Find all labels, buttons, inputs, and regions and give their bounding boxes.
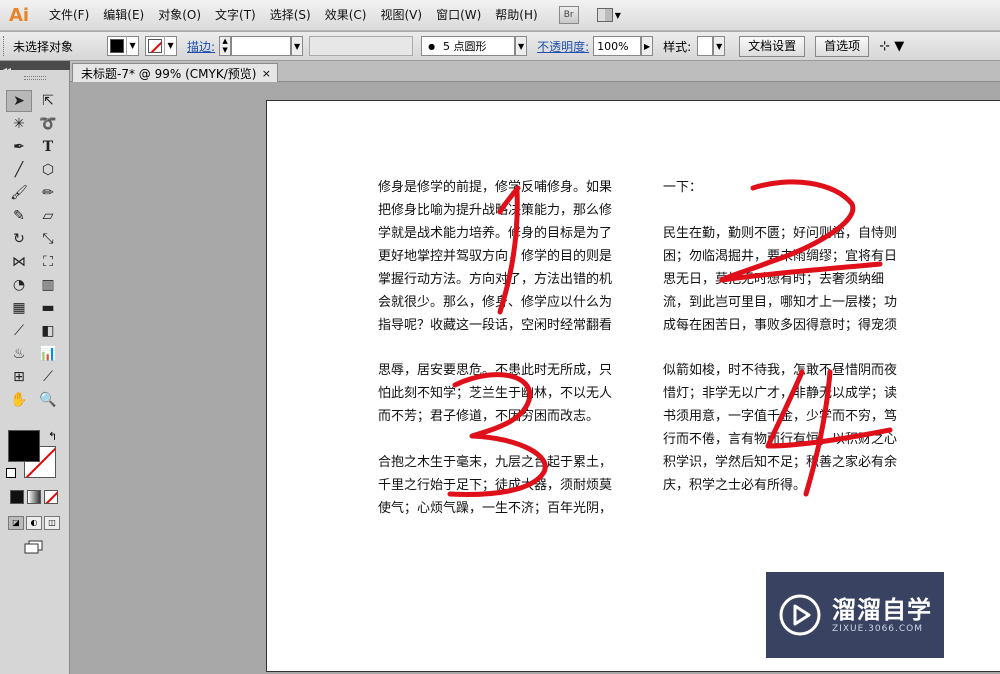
control-panel-menu-icon[interactable]: ⊹ ▼: [879, 39, 904, 54]
symbol-sprayer-tool-icon[interactable]: ♨: [6, 343, 32, 365]
pen-tool-icon[interactable]: ✒: [6, 136, 32, 158]
magic-wand-tool-icon[interactable]: ✳: [6, 113, 32, 135]
line-tool-icon[interactable]: ╱: [6, 159, 32, 181]
pencil-tool-icon[interactable]: ✏: [35, 182, 61, 204]
brush-definition[interactable]: ● 5 点圆形: [421, 36, 516, 56]
stroke-none-swatch: [148, 39, 163, 53]
paintbrush-tool-icon[interactable]: 🖌: [6, 182, 32, 204]
opacity-dropdown[interactable]: ▶: [641, 36, 654, 56]
toolbox-grip[interactable]: [24, 76, 46, 80]
style-label: 样式:: [663, 39, 692, 54]
fill-swatch: [110, 39, 125, 53]
watermark-url: ZIXUE.3066.COM: [832, 624, 924, 634]
bridge-button[interactable]: Br: [558, 6, 579, 24]
selection-status: 未选择对象: [13, 39, 74, 54]
draw-behind-icon[interactable]: ◐: [26, 516, 42, 530]
menu-view[interactable]: 视图(V): [373, 0, 429, 31]
control-bar: 未选择对象 ▼ ▼ 描边: ▲ ▼ ▼ ● 5 点圆形 ▼ 不透明度: 100% …: [0, 32, 1000, 61]
panel-grip[interactable]: [3, 36, 7, 56]
fill-color-box[interactable]: [8, 430, 40, 462]
swap-fill-stroke-icon[interactable]: ↰: [48, 430, 57, 443]
menu-help[interactable]: 帮助(H): [488, 0, 544, 31]
close-icon[interactable]: ×: [262, 67, 271, 80]
width-tool-icon[interactable]: ⋈: [6, 251, 32, 273]
app-logo: Ai: [8, 4, 30, 26]
watermark-title: 溜溜自学: [832, 596, 932, 624]
fill-stroke-controls: ↰: [6, 430, 62, 490]
brush-value: 5 点圆形: [443, 40, 487, 53]
default-colors-icon[interactable]: [6, 468, 16, 478]
shape-builder-tool-icon[interactable]: ◔: [6, 274, 32, 296]
lasso-tool-icon[interactable]: ➰: [35, 113, 61, 135]
eraser-tool-icon[interactable]: ▱: [35, 205, 61, 227]
text-column-4[interactable]: 似箭如梭，时不待我，怎敢不昼惜阴而夜 惜灯；非学无以广才，非静无以成学；读 书须…: [663, 359, 925, 497]
stroke-weight-field[interactable]: [231, 36, 292, 56]
document-tab-bar: 未标题-7* @ 99% (CMYK/预览) ×: [70, 61, 1000, 82]
stroke-label[interactable]: 描边:: [187, 38, 215, 55]
free-transform-tool-icon[interactable]: ⛶: [35, 251, 61, 273]
preferences-button[interactable]: 首选项: [815, 35, 870, 57]
toolbox: ➤ ⇱ ✳ ➰ ✒ T ╱ ⬡ 🖌 ✏ ✎ ▱ ↻ ⤡ ⋈ ⛶ ◔ ▥ ▦ ▬ …: [0, 70, 70, 674]
eyedropper-tool-icon[interactable]: ⟋: [6, 320, 32, 342]
none-icon[interactable]: [44, 490, 58, 504]
play-logo-icon: [779, 594, 821, 636]
variable-width-profile: [309, 36, 414, 56]
blob-brush-tool-icon[interactable]: ✎: [6, 205, 32, 227]
opacity-field[interactable]: 100%: [593, 36, 642, 56]
screen-mode-icon[interactable]: [24, 540, 44, 554]
menu-window[interactable]: 窗口(W): [429, 0, 488, 31]
menu-file[interactable]: 文件(F): [42, 0, 96, 31]
draw-normal-icon[interactable]: ◪: [8, 516, 24, 530]
polygon-tool-icon[interactable]: ⬡: [35, 159, 61, 181]
selection-tool-icon[interactable]: ➤: [6, 90, 32, 112]
rotate-tool-icon[interactable]: ↻: [6, 228, 32, 250]
graphic-style-dropdown[interactable]: ▼: [713, 36, 726, 56]
draw-inside-icon[interactable]: ◫: [44, 516, 60, 530]
hand-tool-icon[interactable]: ✋: [6, 389, 32, 411]
type-tool-icon[interactable]: T: [35, 136, 61, 158]
chevron-down-icon: ▼: [164, 36, 176, 56]
stroke-weight-spinner[interactable]: ▲ ▼: [219, 36, 232, 56]
color-icon[interactable]: [10, 490, 24, 504]
menu-type[interactable]: 文字(T): [208, 0, 263, 31]
perspective-grid-tool-icon[interactable]: ▥: [35, 274, 61, 296]
layout-grid-icon: [596, 8, 613, 22]
document-tab-title: 未标题-7* @ 99% (CMYK/预览): [81, 66, 257, 81]
document-setup-button[interactable]: 文档设置: [739, 35, 806, 57]
text-column-3[interactable]: 思辱，居安要思危。不患此时无所成，只 怕此刻不知学；芝兰生于幽林，不以无人 而不…: [378, 359, 640, 520]
graphic-style-swatch[interactable]: [697, 36, 714, 56]
slice-tool-icon[interactable]: ⟋: [35, 366, 61, 388]
direct-selection-tool-icon[interactable]: ⇱: [35, 90, 61, 112]
drawing-mode-row: ◪ ◐ ◫: [8, 516, 60, 530]
fill-color-picker[interactable]: ▼: [107, 36, 140, 56]
menu-effect[interactable]: 效果(C): [318, 0, 374, 31]
watermark: 溜溜自学 ZIXUE.3066.COM: [766, 572, 944, 658]
tab-document[interactable]: 未标题-7* @ 99% (CMYK/预览) ×: [72, 63, 278, 82]
menu-object[interactable]: 对象(O): [151, 0, 208, 31]
opacity-label[interactable]: 不透明度:: [537, 38, 589, 55]
blend-tool-icon[interactable]: ◧: [35, 320, 61, 342]
color-mode-row: [10, 490, 58, 504]
text-column-1[interactable]: 修身是修学的前提，修学反哺修身。如果 把修身比喻为提升战略决策能力，那么修 学就…: [378, 176, 640, 337]
menu-bar: Ai 文件(F) 编辑(E) 对象(O) 文字(T) 选择(S) 效果(C) 视…: [0, 0, 1000, 31]
opacity-value: 100%: [597, 39, 629, 53]
toolbox-header[interactable]: ◂◂: [0, 61, 70, 74]
mesh-tool-icon[interactable]: ▦: [6, 297, 32, 319]
gradient-icon[interactable]: [27, 490, 41, 504]
scale-tool-icon[interactable]: ⤡: [35, 228, 61, 250]
stroke-color-picker[interactable]: ▼: [145, 36, 178, 56]
text-column-2[interactable]: 一下： 民生在勤，勤则不匮；好问则裕，自恃则 困；勿临渴掘井，要未雨绸缪；宜将有…: [663, 176, 925, 337]
arrange-documents-button[interactable]: ▼: [596, 6, 627, 24]
zoom-tool-icon[interactable]: 🔍: [35, 389, 61, 411]
menu-select[interactable]: 选择(S): [263, 0, 318, 31]
brush-dropdown[interactable]: ▼: [515, 36, 528, 56]
chevron-down-icon: ▼: [126, 36, 138, 56]
menu-edit[interactable]: 编辑(E): [96, 0, 151, 31]
gradient-tool-icon[interactable]: ▬: [35, 297, 61, 319]
column-graph-tool-icon[interactable]: 📊: [35, 343, 61, 365]
chevron-down-icon: ▼: [614, 10, 621, 20]
brush-dot-icon: ●: [428, 41, 436, 51]
artboard-tool-icon[interactable]: ⊞: [6, 366, 32, 388]
stroke-weight-dropdown[interactable]: ▼: [291, 36, 304, 56]
